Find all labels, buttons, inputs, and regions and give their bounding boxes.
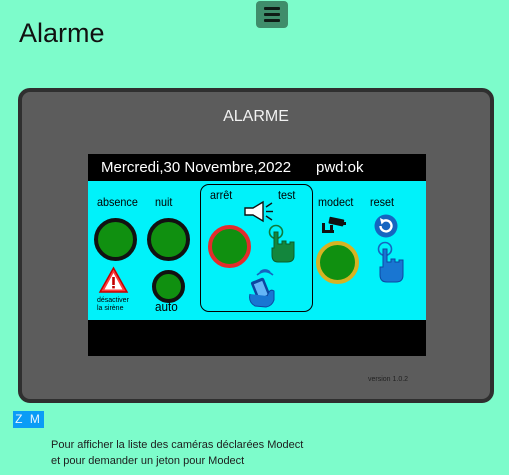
- status-date: Mercredi,30 Novembre,2022: [101, 159, 292, 176]
- nuit-label: nuit: [155, 195, 173, 209]
- control-area: absence nuit désactiver la sirène auto a…: [88, 181, 426, 320]
- info-text-line2: et pour demander un jeton pour Modect: [51, 455, 245, 467]
- alarm-screen: Mercredi,30 Novembre,2022 pwd:ok absence…: [88, 154, 426, 356]
- version-label: version 1.0.2: [368, 376, 409, 383]
- arret-test-group: arrêt test: [200, 184, 313, 312]
- page-title: Alarme: [19, 18, 105, 48]
- touch-hand-icon[interactable]: [267, 224, 297, 264]
- modect-label: modect: [318, 195, 354, 209]
- siren-label-line2: la sirène: [97, 305, 124, 312]
- panel-title: ALARME: [223, 108, 289, 125]
- reset-label: reset: [370, 195, 395, 209]
- megaphone-icon: [244, 200, 273, 223]
- test-label: test: [278, 188, 296, 202]
- info-text-line1: Pour afficher la liste des caméras décla…: [51, 439, 304, 451]
- siren-label-line1: désactiver: [97, 297, 129, 304]
- hamburger-menu-icon-line: [264, 19, 280, 22]
- reset-icon[interactable]: [372, 213, 400, 239]
- arret-label: arrêt: [210, 188, 233, 202]
- warning-icon[interactable]: [98, 266, 129, 294]
- touch-hand-icon[interactable]: [375, 241, 405, 285]
- modect-button[interactable]: [316, 241, 359, 284]
- nuit-button[interactable]: [147, 218, 190, 261]
- status-bar: Mercredi,30 Novembre,2022 pwd:ok: [88, 154, 426, 180]
- camera-icon: [322, 216, 346, 233]
- hamburger-menu-icon: [264, 7, 280, 10]
- auto-label: auto: [155, 299, 178, 314]
- menu-button[interactable]: [256, 1, 288, 28]
- hamburger-menu-icon-line: [264, 13, 280, 16]
- absence-label: absence: [97, 195, 138, 209]
- absence-button[interactable]: [94, 218, 137, 261]
- password-status: pwd:ok: [316, 159, 364, 176]
- zm-button[interactable]: Z M: [13, 411, 44, 428]
- arret-button[interactable]: [208, 225, 251, 268]
- phone-hand-icon[interactable]: [246, 269, 280, 309]
- alarm-panel: ALARME Mercredi,30 Novembre,2022 pwd:ok …: [18, 88, 494, 403]
